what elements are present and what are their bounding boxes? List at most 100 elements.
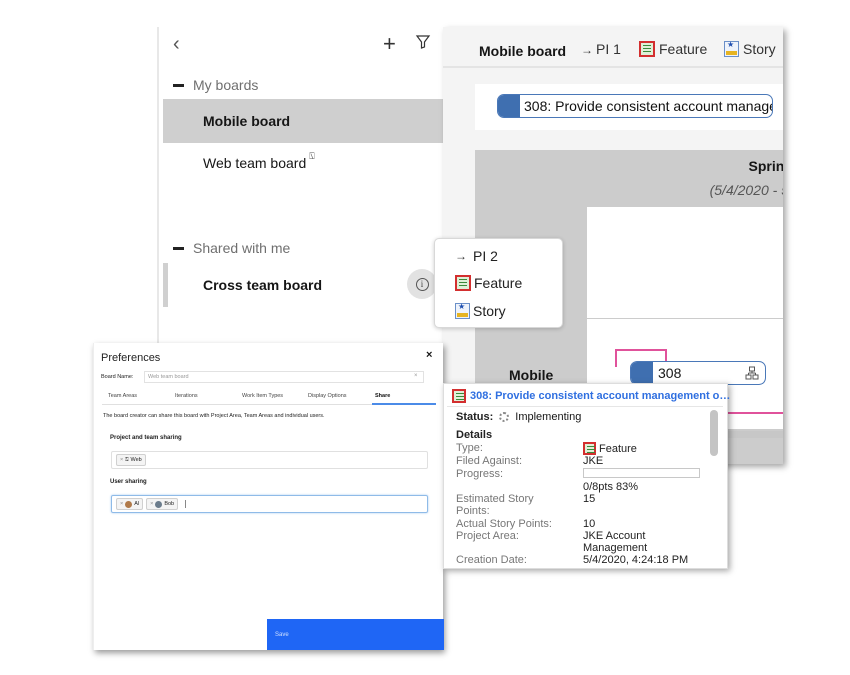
collapse-icon xyxy=(173,246,184,250)
in-progress-icon xyxy=(499,412,510,422)
section-label: My boards xyxy=(193,77,259,93)
board-item-cross-team-board[interactable]: Cross team board xyxy=(163,263,443,307)
token-label: Al xyxy=(134,501,140,507)
feature-icon xyxy=(583,442,596,455)
dialog-title: Preferences xyxy=(101,352,161,364)
hover-card-title-link[interactable]: 308: Provide consistent account manageme… xyxy=(452,389,730,403)
feature-icon xyxy=(639,41,655,57)
tab-team-areas[interactable]: Team Areas xyxy=(108,393,137,399)
close-icon[interactable]: × xyxy=(426,349,432,361)
dependency-line xyxy=(665,349,667,361)
token-web: × ⍂ Web xyxy=(116,454,146,466)
user-sharing-input[interactable]: × Al × Bob xyxy=(111,495,428,513)
user-sharing-label: User sharing xyxy=(110,479,147,485)
details-heading: Details xyxy=(456,429,493,441)
board-item-label: Cross team board xyxy=(203,277,323,293)
info-icon: i xyxy=(415,277,429,291)
row-label: Mobile xyxy=(509,367,554,383)
work-item-id: 308 xyxy=(658,365,682,381)
field-value-text: Feature xyxy=(599,442,637,455)
work-item-color-chip xyxy=(498,95,520,117)
field-key: Actual Story Points: xyxy=(456,518,552,530)
feature-label: Feature xyxy=(659,41,708,57)
share-description: The board creator can share this board w… xyxy=(103,413,325,419)
field-key: Estimated Story Points: xyxy=(456,493,534,517)
type-filter-menu: → PI 2 Feature Story xyxy=(434,238,563,328)
status-row: Status: Implementing xyxy=(456,411,581,423)
menu-item-label: Feature xyxy=(474,275,523,291)
tab-display-options[interactable]: Display Options xyxy=(308,393,347,399)
work-item-hover-card: 308: Provide consistent account manageme… xyxy=(443,383,730,569)
clear-icon[interactable]: × xyxy=(414,373,418,379)
hierarchy-icon[interactable] xyxy=(745,366,759,380)
work-item-card[interactable]: 308 xyxy=(630,361,766,385)
status-label: Status: xyxy=(456,411,494,423)
field-key: Project Area: xyxy=(456,530,519,542)
feature-icon xyxy=(455,275,471,291)
text-caret xyxy=(185,500,187,508)
dependency-line xyxy=(615,349,667,351)
menu-item-feature[interactable]: Feature xyxy=(455,275,522,291)
status-value: Implementing xyxy=(515,411,582,423)
field-value: 5/4/2020, 4:24:18 PM xyxy=(583,554,689,566)
board-item-web-team-board[interactable]: Web team board ⍂ xyxy=(163,141,443,185)
token-label: Web xyxy=(130,457,142,463)
progress-bar xyxy=(583,468,700,478)
info-button[interactable]: i xyxy=(407,269,437,299)
board-header: Mobile board →PI 1 Feature Story xyxy=(443,27,783,68)
field-key: Progress: xyxy=(456,468,504,480)
team-icon: ⍂ xyxy=(309,150,315,161)
feature-filter[interactable]: Feature xyxy=(639,41,707,57)
board-name-input[interactable]: Web team board xyxy=(144,371,424,383)
token-al: × Al xyxy=(116,498,144,510)
board-item-label: Web team board xyxy=(203,155,307,171)
dependency-line xyxy=(615,349,617,367)
iteration-filter[interactable]: → PI 1 xyxy=(581,41,621,57)
tab-work-item-types[interactable]: Work Item Types xyxy=(242,393,283,399)
work-item-color-chip xyxy=(631,362,653,384)
field-value: JKE Account Management xyxy=(583,530,648,554)
preferences-dialog: Preferences × Board Name: Web team board… xyxy=(93,343,444,650)
sidebar-toolbar: ‹ + xyxy=(159,27,445,63)
field-value: JKE xyxy=(583,455,604,467)
field-value: Feature xyxy=(583,442,713,455)
token-label: Bob xyxy=(164,501,175,507)
board-name-label: Board Name: xyxy=(101,374,134,380)
story-icon xyxy=(724,40,739,57)
section-label: Shared with me xyxy=(193,240,291,256)
tab-share[interactable]: Share xyxy=(375,393,390,399)
story-filter[interactable]: Story xyxy=(724,40,776,57)
avatar xyxy=(155,500,163,508)
board-item-label: Mobile board xyxy=(203,113,291,129)
iteration-arrow-icon: → xyxy=(455,249,467,263)
selected-item-strip: 308: Provide consistent account manageme… xyxy=(475,84,783,130)
chevron-left-icon[interactable]: ‹ xyxy=(173,33,180,56)
avatar xyxy=(125,500,133,508)
tab-iterations[interactable]: Iterations xyxy=(175,393,198,399)
board-cell[interactable] xyxy=(587,207,783,318)
board-item-mobile-board[interactable]: Mobile board xyxy=(163,99,443,143)
menu-item-story[interactable]: Story xyxy=(455,302,506,319)
section-my-boards[interactable]: My boards xyxy=(173,77,258,93)
filter-icon[interactable] xyxy=(415,34,431,50)
menu-item-label: Story xyxy=(473,303,506,319)
save-button[interactable]: Save xyxy=(267,619,444,650)
token-bob: × Bob xyxy=(146,498,179,510)
field-key: Type: xyxy=(456,442,483,454)
feature-icon xyxy=(452,389,466,403)
field-value: 0/8pts 83% xyxy=(583,481,639,493)
project-sharing-input[interactable]: × ⍂ Web xyxy=(111,451,428,469)
field-value: 15 xyxy=(583,493,596,505)
remove-token-icon[interactable]: × xyxy=(120,501,123,507)
remove-token-icon[interactable]: × xyxy=(120,457,123,463)
selected-work-item[interactable]: 308: Provide consistent account manageme… xyxy=(497,94,773,118)
remove-token-icon[interactable]: × xyxy=(150,501,153,507)
menu-item-pi-2[interactable]: → PI 2 xyxy=(455,248,498,264)
active-tab-indicator xyxy=(372,403,436,405)
hover-card-body: Status: Implementing Details Type: Featu… xyxy=(447,406,723,566)
menu-item-label: PI 2 xyxy=(473,248,498,264)
section-shared-with-me[interactable]: Shared with me xyxy=(173,240,290,256)
board-title: Mobile board xyxy=(479,43,567,59)
collapse-icon xyxy=(173,83,184,87)
plus-icon[interactable]: + xyxy=(383,31,396,57)
